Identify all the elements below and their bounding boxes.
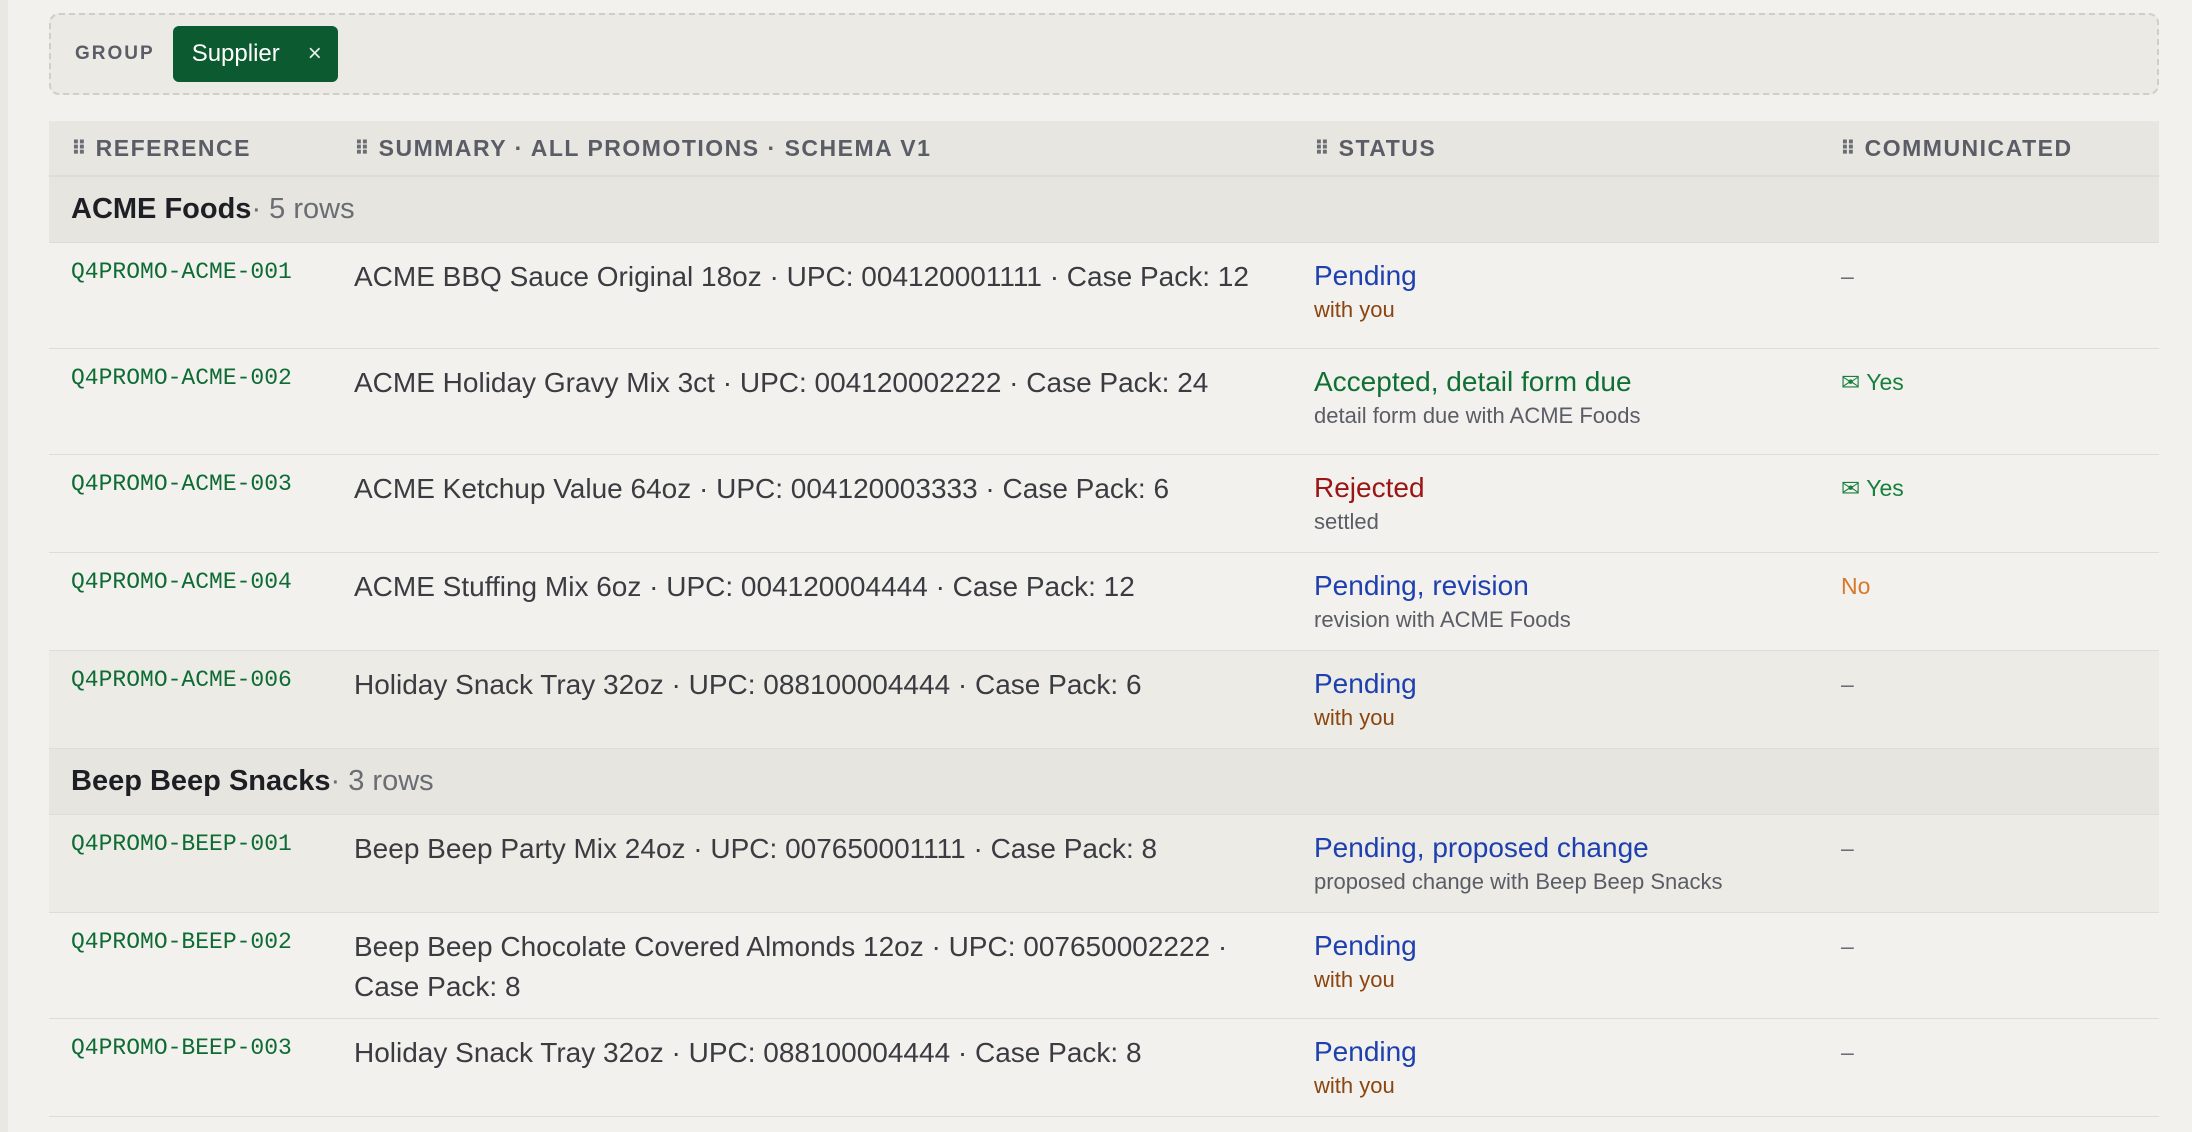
status-label: Pending, proposed change xyxy=(1314,832,1649,863)
group-by-bar[interactable]: GROUP Supplier × xyxy=(49,13,2159,95)
summary-cell: ACME BBQ Sauce Original 18oz · UPC: 0041… xyxy=(354,261,1249,292)
status-cell: Pending with you xyxy=(1314,927,1417,995)
communicated-cell: ✉ Yes xyxy=(1841,369,1904,395)
status-label: Pending xyxy=(1314,260,1417,291)
communicated-cell: – xyxy=(1841,263,1854,289)
table-body: ACME Foods · 5 rows Q4PROMO-ACME-001 ACME … xyxy=(49,177,2159,1117)
communicated-cell: No xyxy=(1841,573,1871,599)
status-detail: with you xyxy=(1314,967,1395,992)
summary-cell: Holiday Snack Tray 32oz · UPC: 088100004… xyxy=(354,669,1142,700)
summary-cell: ACME Ketchup Value 64oz · UPC: 004120003… xyxy=(354,473,1170,504)
status-detail: revision with ACME Foods xyxy=(1314,607,1571,632)
status-cell: Pending, proposed change proposed change … xyxy=(1314,829,1723,897)
summary-cell: Holiday Snack Tray 32oz · UPC: 088100004… xyxy=(354,1037,1142,1068)
communicated-cell: – xyxy=(1841,671,1854,697)
status-detail: detail form due with ACME Foods xyxy=(1314,403,1641,428)
status-label: Pending xyxy=(1314,930,1417,961)
status-detail: proposed change with Beep Beep Snacks xyxy=(1314,869,1723,894)
column-label: STATUS xyxy=(1338,134,1437,161)
promotions-table: ⠿ REFERENCE ⠿ SUMMARY · ALL PROMOTIONS ·… xyxy=(49,121,2159,1117)
status-cell: Pending with you xyxy=(1314,257,1417,325)
communicated-cell: ✉ Yes xyxy=(1841,475,1904,501)
status-cell: Pending with you xyxy=(1314,665,1417,733)
column-label: REFERENCE xyxy=(95,134,251,161)
status-label: Pending, revision xyxy=(1314,570,1529,601)
table-row[interactable]: Q4PROMO-ACME-004 ACME Stuffing Mix 6oz · … xyxy=(49,553,2159,651)
table-row[interactable]: Q4PROMO-BEEP-003 Holiday Snack Tray 32oz … xyxy=(49,1019,2159,1117)
reference-cell[interactable]: Q4PROMO-BEEP-003 xyxy=(71,1035,292,1061)
status-detail: with you xyxy=(1314,297,1395,322)
status-label: Pending xyxy=(1314,1036,1417,1067)
group-label: GROUP xyxy=(75,43,155,64)
status-detail: settled xyxy=(1314,509,1379,534)
reference-cell[interactable]: Q4PROMO-ACME-001 xyxy=(71,259,292,285)
close-icon[interactable]: × xyxy=(308,40,322,68)
table-row[interactable]: Q4PROMO-BEEP-002 Beep Beep Chocolate Cove… xyxy=(49,913,2159,1019)
column-header-reference[interactable]: ⠿ REFERENCE xyxy=(71,135,251,162)
column-label: SUMMARY · ALL PROMOTIONS · SCHEMA V1 xyxy=(378,134,932,161)
column-header-summary[interactable]: ⠿ SUMMARY · ALL PROMOTIONS · SCHEMA V1 xyxy=(354,135,931,162)
drag-handle-icon[interactable]: ⠿ xyxy=(354,136,370,161)
group-name: ACME Foods xyxy=(71,193,252,225)
communicated-cell: – xyxy=(1841,1039,1854,1065)
table-row[interactable]: Q4PROMO-ACME-002 ACME Holiday Gravy Mix 3… xyxy=(49,349,2159,455)
table-row[interactable]: Q4PROMO-ACME-003 ACME Ketchup Value 64oz … xyxy=(49,455,2159,553)
table-row[interactable]: Q4PROMO-ACME-006 Holiday Snack Tray 32oz … xyxy=(49,651,2159,749)
status-label: Accepted, detail form due xyxy=(1314,366,1632,397)
drag-handle-icon[interactable]: ⠿ xyxy=(1314,136,1330,161)
app-frame: GROUP Supplier × ⠿ REFERENCE ⠿ SUMMARY ·… xyxy=(8,0,2192,1132)
status-label: Pending xyxy=(1314,668,1417,699)
group-row[interactable]: ACME Foods · 5 rows xyxy=(49,177,2159,243)
table-row[interactable]: Q4PROMO-BEEP-001 Beep Beep Party Mix 24oz… xyxy=(49,815,2159,913)
drag-handle-icon[interactable]: ⠿ xyxy=(71,136,87,161)
group-row-count: · 3 rows xyxy=(330,765,434,797)
table-row[interactable]: Q4PROMO-ACME-001 ACME BBQ Sauce Original … xyxy=(49,243,2159,349)
reference-cell[interactable]: Q4PROMO-ACME-006 xyxy=(71,667,292,693)
status-cell: Pending with you xyxy=(1314,1033,1417,1101)
summary-cell: ACME Stuffing Mix 6oz · UPC: 00412000444… xyxy=(354,571,1135,602)
group-chip-supplier[interactable]: Supplier × xyxy=(172,26,338,82)
column-label: COMMUNICATED xyxy=(1864,134,2073,161)
status-cell: Rejected settled xyxy=(1314,469,1425,537)
summary-cell: ACME Holiday Gravy Mix 3ct · UPC: 004120… xyxy=(354,367,1209,398)
status-label: Rejected xyxy=(1314,472,1425,503)
status-cell: Accepted, detail form due detail form due… xyxy=(1314,363,1640,431)
group-chip-label: Supplier xyxy=(191,40,280,67)
summary-cell: Beep Beep Chocolate Covered Almonds 12oz… xyxy=(354,931,1228,1002)
communicated-cell: – xyxy=(1841,933,1854,959)
reference-cell[interactable]: Q4PROMO-BEEP-002 xyxy=(71,929,292,955)
drag-handle-icon[interactable]: ⠿ xyxy=(1840,136,1856,161)
reference-cell[interactable]: Q4PROMO-ACME-003 xyxy=(71,471,292,497)
reference-cell[interactable]: Q4PROMO-BEEP-001 xyxy=(71,831,292,857)
group-name: Beep Beep Snacks xyxy=(71,765,331,797)
column-header-communicated[interactable]: ⠿ COMMUNICATED xyxy=(1840,135,2073,162)
status-detail: with you xyxy=(1314,1073,1395,1098)
table-header: ⠿ REFERENCE ⠿ SUMMARY · ALL PROMOTIONS ·… xyxy=(49,121,2159,177)
group-row[interactable]: Beep Beep Snacks · 3 rows xyxy=(49,749,2159,815)
summary-cell: Beep Beep Party Mix 24oz · UPC: 00765000… xyxy=(354,833,1158,864)
reference-cell[interactable]: Q4PROMO-ACME-004 xyxy=(71,569,292,595)
column-header-status[interactable]: ⠿ STATUS xyxy=(1314,135,1436,162)
status-detail: with you xyxy=(1314,705,1395,730)
status-cell: Pending, revision revision with ACME Food… xyxy=(1314,567,1571,635)
reference-cell[interactable]: Q4PROMO-ACME-002 xyxy=(71,365,292,391)
group-row-count: · 5 rows xyxy=(251,193,355,225)
communicated-cell: – xyxy=(1841,835,1854,861)
